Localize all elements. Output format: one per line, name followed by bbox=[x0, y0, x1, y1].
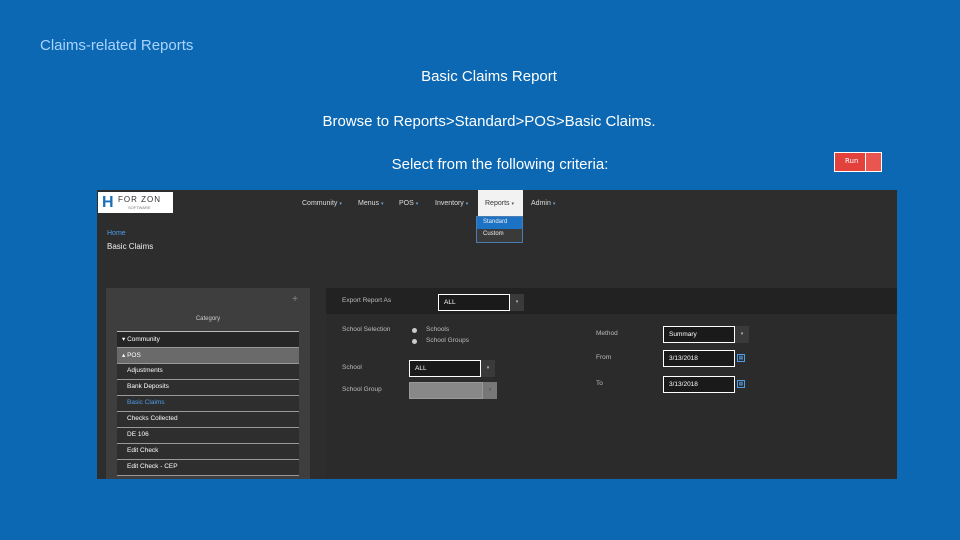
export-label: Export Report As bbox=[342, 297, 392, 304]
radio-school-groups[interactable] bbox=[412, 339, 417, 344]
logo-mark: H bbox=[102, 194, 114, 211]
category-item-checks-collected[interactable]: Checks Collected bbox=[117, 412, 299, 428]
chevron-down-icon: ▾ bbox=[415, 201, 419, 207]
logo[interactable]: H FOR ZON SOFTWARE bbox=[98, 192, 173, 213]
reports-dropdown: Standard Custom bbox=[476, 216, 523, 243]
chevron-down-icon: ▾ bbox=[552, 201, 556, 207]
from-date-value: 3/13/2018 bbox=[669, 355, 698, 362]
dropdown-item-custom[interactable]: Custom bbox=[477, 229, 522, 241]
school-selection-label: School Selection bbox=[342, 326, 391, 333]
dropdown-item-standard[interactable]: Standard bbox=[477, 217, 522, 229]
calendar-icon[interactable]: ▦ bbox=[737, 354, 745, 362]
nav-inventory[interactable]: Inventory ▾ bbox=[435, 200, 468, 207]
category-item-edit-check-cep[interactable]: Edit Check - CEP bbox=[117, 460, 299, 476]
category-item-pos[interactable]: ▴ POS bbox=[117, 348, 299, 364]
export-select[interactable]: ALL ▾ bbox=[438, 294, 524, 311]
chevron-down-icon: ▾ bbox=[381, 201, 384, 207]
category-item-adjustments[interactable]: Adjustments bbox=[117, 364, 299, 380]
run-button-label: Run bbox=[845, 157, 859, 165]
category-header: Category bbox=[195, 316, 221, 322]
chevron-down-icon[interactable]: ▾ bbox=[510, 294, 524, 311]
radio-schools[interactable] bbox=[412, 328, 417, 333]
criteria-caption: Select from the following criteria: bbox=[391, 156, 609, 173]
category-item-bank-deposits[interactable]: Bank Deposits bbox=[117, 380, 299, 396]
chevron-down-icon: ▾ bbox=[511, 201, 515, 207]
category-item-basic-claims[interactable]: Basic Claims bbox=[117, 396, 299, 412]
chevron-down-icon[interactable]: ▾ bbox=[483, 382, 497, 399]
nav-community[interactable]: Community ▾ bbox=[302, 200, 342, 207]
school-group-select[interactable]: ▾ bbox=[409, 382, 497, 399]
nav-menus[interactable]: Menus ▾ bbox=[358, 200, 384, 207]
category-panel: + Category ▾ Community ▴ POS Adjustments… bbox=[106, 288, 310, 479]
breadcrumb-home[interactable]: Home bbox=[107, 230, 126, 237]
export-value: ALL bbox=[444, 299, 456, 306]
radio-schools-label: Schools bbox=[426, 326, 450, 333]
from-label: From bbox=[596, 354, 612, 361]
slide-title: Claims-related Reports bbox=[40, 37, 194, 54]
school-select[interactable]: ALL ▾ bbox=[409, 360, 495, 377]
add-icon[interactable]: + bbox=[292, 294, 298, 305]
logo-text: FOR ZON bbox=[118, 195, 161, 204]
method-select[interactable]: Summary ▾ bbox=[663, 326, 749, 343]
report-name-caption: Basic Claims Report bbox=[421, 68, 557, 85]
school-group-label: School Group bbox=[342, 386, 382, 393]
school-label: School bbox=[342, 364, 362, 371]
nav-pos-label: POS bbox=[399, 200, 414, 207]
nav-community-label: Community bbox=[302, 200, 338, 207]
calendar-icon[interactable]: ▦ bbox=[737, 380, 745, 388]
logo-subtext: SOFTWARE bbox=[128, 205, 151, 210]
chevron-down-icon: ▾ bbox=[339, 201, 342, 207]
nav-admin[interactable]: Admin ▾ bbox=[531, 200, 555, 207]
to-label: To bbox=[596, 380, 603, 387]
radio-school-groups-label: School Groups bbox=[426, 337, 469, 344]
category-item-edit-check[interactable]: Edit Check bbox=[117, 444, 299, 460]
criteria-panel: Export Report As ALL ▾ School Selection … bbox=[326, 288, 897, 479]
method-value: Summary bbox=[669, 331, 697, 338]
school-value: ALL bbox=[415, 365, 427, 372]
category-item-community[interactable]: ▾ Community bbox=[117, 332, 299, 348]
criteria-toolbar bbox=[326, 288, 897, 314]
nav-menus-label: Menus bbox=[358, 200, 380, 207]
page-title: Basic Claims bbox=[107, 242, 154, 251]
method-label: Method bbox=[596, 330, 618, 337]
nav-admin-label: Admin bbox=[531, 200, 551, 207]
to-date-input[interactable]: 3/13/2018 bbox=[663, 376, 735, 393]
category-list: ▾ Community ▴ POS Adjustments Bank Depos… bbox=[117, 331, 299, 476]
nav-pos[interactable]: POS ▾ bbox=[399, 200, 418, 207]
chevron-down-icon[interactable]: ▾ bbox=[735, 326, 749, 343]
run-button-right bbox=[865, 153, 881, 171]
app-screenshot: H FOR ZON SOFTWARE Community ▾ Menus ▾ POS… bbox=[97, 190, 897, 479]
chevron-down-icon[interactable]: ▾ bbox=[481, 360, 495, 377]
chevron-down-icon: ▾ bbox=[465, 201, 469, 207]
instruction-caption: Browse to Reports>Standard>POS>Basic Cla… bbox=[322, 113, 656, 130]
category-item-de-106[interactable]: DE 106 bbox=[117, 428, 299, 444]
nav-reports[interactable]: Reports ▾ bbox=[478, 190, 523, 216]
from-date-input[interactable]: 3/13/2018 bbox=[663, 350, 735, 367]
to-date-value: 3/13/2018 bbox=[669, 381, 698, 388]
nav-inventory-label: Inventory bbox=[435, 200, 464, 207]
run-button[interactable]: Run bbox=[834, 152, 882, 172]
nav-reports-label: Reports bbox=[485, 200, 510, 207]
